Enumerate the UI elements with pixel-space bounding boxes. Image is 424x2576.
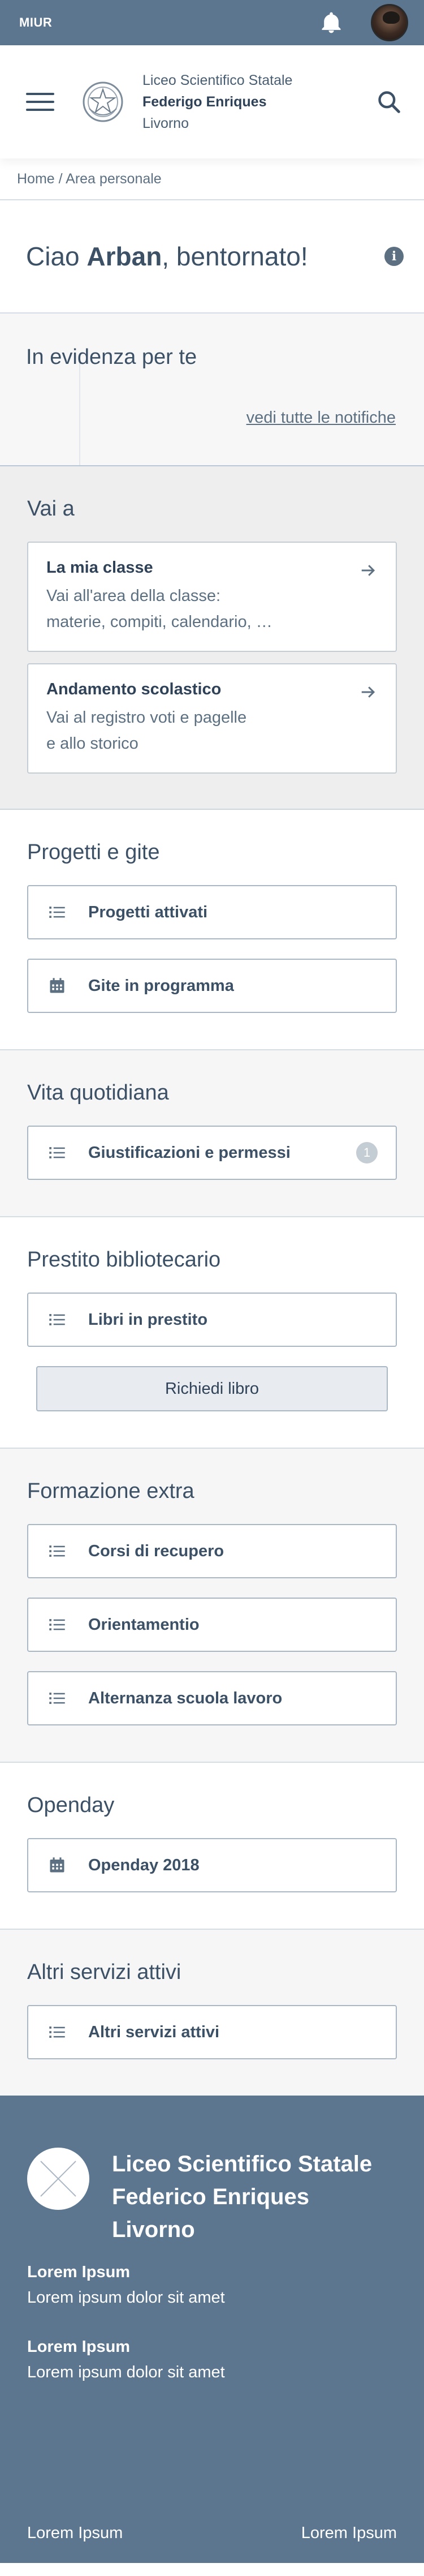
footer-info-block: Lorem Ipsum Lorem ipsum dolor sit amet	[27, 2338, 397, 2382]
welcome-heading: Ciao Arban, bentornato!	[26, 241, 308, 272]
breadcrumb-current: Area personale	[66, 171, 162, 187]
giustificazioni-button[interactable]: Giustificazioni e permessi 1	[27, 1126, 397, 1180]
corsi-di-recupero-button[interactable]: Corsi di recupero	[27, 1524, 397, 1578]
button-label: Corsi di recupero	[88, 1542, 224, 1560]
formazione-section: Formazione extra Corsi di recupero Orien…	[0, 1449, 424, 1763]
card-description-line2: materie, compiti, calendario, …	[46, 613, 272, 631]
list-icon	[49, 1545, 65, 1557]
button-label: Gite in programma	[88, 976, 234, 995]
openday-title: Openday	[27, 1793, 115, 1817]
footer-block-text: Lorem ipsum dolor sit amet	[27, 2363, 225, 2381]
site-header: Liceo Scientifico Statale Federigo Enriq…	[0, 45, 424, 158]
card-description-line1: Vai all'area della classe:	[46, 587, 221, 605]
richiedi-libro-button[interactable]: Richiedi libro	[36, 1366, 388, 1411]
formazione-title: Formazione extra	[27, 1479, 194, 1503]
card-description-line1: Vai al registro voti e pagelle	[46, 709, 247, 727]
footer-logo-placeholder-icon	[27, 2148, 89, 2210]
top-bar: MIUR	[0, 0, 424, 45]
card-la-mia-classe[interactable]: La mia classe Vai all'area della classe:…	[27, 542, 397, 652]
vita-title: Vita quotidiana	[27, 1081, 169, 1105]
user-avatar[interactable]	[371, 4, 408, 41]
footer-block-title: Lorem Ipsum	[27, 2338, 131, 2356]
card-andamento-scolastico[interactable]: Andamento scolastico Vai al registro vot…	[27, 663, 397, 774]
highlight-section: In evidenza per te vedi tutte le notific…	[0, 314, 424, 466]
list-icon	[49, 1314, 65, 1325]
button-label: Libri in prestito	[88, 1310, 208, 1329]
progetti-attivati-button[interactable]: Progetti attivati	[27, 885, 397, 939]
footer-name-line1: Liceo Scientifico Statale	[112, 2152, 373, 2176]
card-title: Andamento scolastico	[46, 680, 222, 698]
footer-name-line2: Federico Enriques	[112, 2184, 309, 2209]
calendar-icon	[50, 1857, 64, 1873]
breadcrumb: Home / Area personale	[0, 158, 424, 200]
info-icon[interactable]: i	[384, 247, 404, 266]
vai-a-section: Vai a La mia classe Vai all'area della c…	[0, 466, 424, 810]
breadcrumb-separator: /	[54, 171, 66, 187]
republic-emblem-icon[interactable]	[80, 79, 126, 124]
altri-servizi-button[interactable]: Altri servizi attivi	[27, 2005, 397, 2059]
all-notifications-link[interactable]: vedi tutte le notifiche	[246, 409, 396, 427]
divider	[79, 359, 80, 465]
footer-school-name: Liceo Scientifico Statale Federico Enriq…	[112, 2148, 372, 2246]
openday-section: Openday Openday 2018	[0, 1763, 424, 1930]
footer-info-block: Lorem Ipsum Lorem ipsum dolor sit amet	[27, 2263, 397, 2307]
miur-brand[interactable]: MIUR	[19, 15, 52, 30]
list-icon	[49, 1147, 65, 1158]
button-label: Progetti attivati	[88, 903, 208, 921]
count-badge: 1	[356, 1142, 378, 1164]
calendar-icon	[50, 978, 64, 993]
alternanza-button[interactable]: Alternanza scuola lavoro	[27, 1671, 397, 1725]
vita-quotidiana-section: Vita quotidiana Giustificazioni e permes…	[0, 1050, 424, 1217]
footer-link-right[interactable]: Lorem Ipsum	[301, 2524, 397, 2543]
arrow-right-icon	[361, 565, 375, 576]
arrow-right-icon	[361, 686, 375, 698]
school-name-line3: Livorno	[142, 115, 189, 131]
button-label: Openday 2018	[88, 1856, 200, 1874]
user-name: Arban	[86, 242, 162, 271]
school-name-line2: Federigo Enriques	[142, 94, 267, 110]
altri-title: Altri servizi attivi	[27, 1960, 181, 1984]
site-footer: Liceo Scientifico Statale Federico Enriq…	[0, 2096, 424, 2563]
button-label: Orientamentio	[88, 1615, 200, 1634]
list-icon	[49, 2027, 65, 2038]
button-label: Giustificazioni e permessi	[88, 1143, 291, 1162]
card-title: La mia classe	[46, 559, 153, 577]
footer-block-text: Lorem ipsum dolor sit amet	[27, 2289, 225, 2307]
prestito-title: Prestito bibliotecario	[27, 1248, 221, 1272]
highlight-title: In evidenza per te	[26, 345, 197, 369]
progetti-section: Progetti e gite Progetti attivati Gite i…	[0, 810, 424, 1050]
welcome-suffix: , bentornato!	[162, 242, 308, 271]
libri-in-prestito-button[interactable]: Libri in prestito	[27, 1293, 397, 1347]
bell-icon[interactable]	[319, 10, 344, 36]
button-label: Alternanza scuola lavoro	[88, 1689, 283, 1707]
footer-link-left[interactable]: Lorem Ipsum	[27, 2524, 123, 2543]
altri-servizi-section: Altri servizi attivi Altri servizi attiv…	[0, 1930, 424, 2096]
card-description-line2: e allo storico	[46, 735, 139, 753]
prestito-section: Prestito bibliotecario Libri in prestito…	[0, 1217, 424, 1449]
school-name[interactable]: Liceo Scientifico Statale Federigo Enriq…	[142, 70, 377, 134]
progetti-title: Progetti e gite	[27, 840, 160, 864]
gite-in-programma-button[interactable]: Gite in programma	[27, 959, 397, 1013]
footer-name-line3: Livorno	[112, 2217, 195, 2242]
button-label: Altri servizi attivi	[88, 2023, 220, 2041]
hamburger-menu-icon[interactable]	[26, 93, 54, 111]
welcome-banner: Ciao Arban, bentornato! i	[0, 200, 424, 314]
list-icon	[49, 1619, 65, 1630]
footer-block-title: Lorem Ipsum	[27, 2263, 131, 2281]
school-name-line1: Liceo Scientifico Statale	[142, 72, 293, 88]
welcome-prefix: Ciao	[26, 242, 87, 271]
openday-2018-button[interactable]: Openday 2018	[27, 1838, 397, 1892]
breadcrumb-home-link[interactable]: Home	[17, 171, 55, 187]
footer-bottom-links: Lorem Ipsum Lorem Ipsum	[27, 2524, 397, 2543]
orientamento-button[interactable]: Orientamentio	[27, 1598, 397, 1652]
list-icon	[49, 1693, 65, 1704]
vai-a-title: Vai a	[27, 497, 75, 521]
search-icon[interactable]	[377, 89, 401, 114]
list-icon	[49, 907, 65, 918]
